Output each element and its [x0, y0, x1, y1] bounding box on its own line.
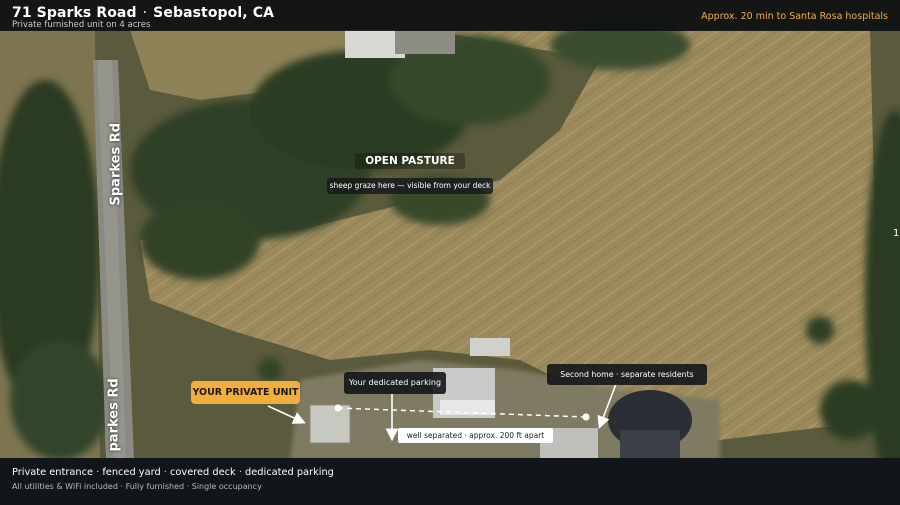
detail-item: Single occupancy — [191, 482, 262, 491]
second-home-label[interactable]: Second home · separate residents — [547, 364, 707, 385]
pasture-note: sheep graze here — visible from your dec… — [327, 178, 493, 194]
unit-endpoint-dot — [334, 404, 342, 412]
detail-item: Fully furnished — [125, 482, 185, 491]
city-text: Sebastopol, CA — [153, 5, 275, 21]
detail-item: All utilities & WiFi included — [12, 482, 118, 491]
separation-label: well separated · approx. 200 ft apart — [398, 428, 553, 443]
feature-item: Private entrance — [12, 467, 94, 478]
parking-label[interactable]: Your dedicated parking — [344, 372, 446, 394]
private-unit-roof — [309, 404, 351, 444]
pasture-title: OPEN PASTURE — [355, 153, 465, 169]
subtitle: Private furnished unit on 4 acres — [12, 20, 151, 30]
edge-mark: 1 — [893, 228, 900, 239]
footer-bar: Private entrance · fenced yard · covered… — [0, 458, 900, 505]
address-text: 71 Sparks Road — [12, 5, 137, 21]
feature-item: dedicated parking — [245, 467, 334, 478]
drive-time-note: Approx. 20 min to Santa Rosa hospitals — [701, 11, 888, 22]
private-unit-label[interactable]: YOUR PRIVATE UNIT — [191, 381, 300, 404]
header-bar: 71 Sparks Road · Sebastopol, CA Private fu… — [0, 0, 900, 31]
shed-roof — [470, 338, 510, 356]
detail-list: All utilities & WiFi included · Fully fu… — [12, 482, 262, 491]
home-endpoint-dot — [582, 413, 590, 421]
road-label-upper: Sparkes Rd — [108, 122, 124, 206]
feature-list: Private entrance · fenced yard · covered… — [12, 467, 334, 478]
page-title: 71 Sparks Road · Sebastopol, CA — [12, 5, 275, 21]
feature-item: fenced yard — [102, 467, 161, 478]
feature-item: covered deck — [170, 467, 236, 478]
road-label-lower: parkes Rd — [106, 378, 122, 452]
